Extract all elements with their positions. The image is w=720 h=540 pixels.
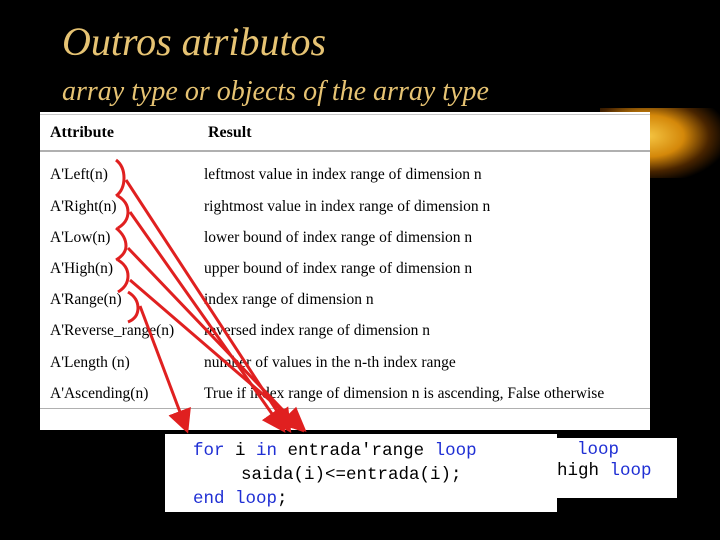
arrow-right	[128, 211, 286, 433]
arrow-low	[126, 246, 305, 433]
bracket-range	[127, 290, 140, 324]
arrow-range	[138, 305, 191, 434]
bracket-left	[115, 158, 126, 198]
bracket-right	[117, 194, 130, 230]
annotation-overlay	[115, 158, 307, 434]
bracket-high	[117, 258, 130, 294]
bracket-low	[115, 226, 128, 262]
arrow-high	[129, 278, 307, 432]
